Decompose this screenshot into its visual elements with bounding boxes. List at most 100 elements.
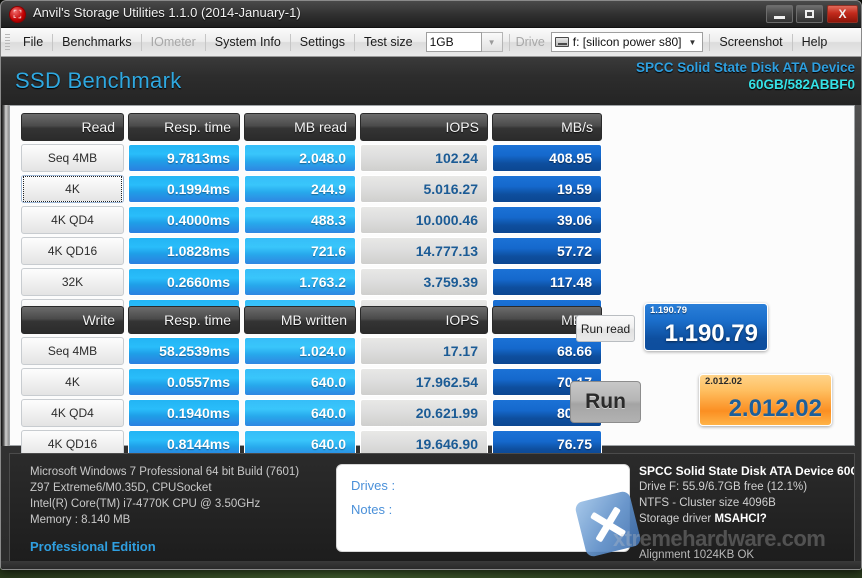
read-header-cell: Resp. time xyxy=(128,113,240,141)
read-header-row: Read Resp. time MB read IOPS MB/s xyxy=(21,113,602,141)
read-row-button[interactable]: Seq 4MB xyxy=(21,144,124,172)
run-button[interactable]: Run xyxy=(570,381,641,423)
table-row: 4K0.0557ms640.017.962.5470.17 xyxy=(21,368,602,396)
menu-bar: File Benchmarks IOmeter System Info Sett… xyxy=(1,28,861,57)
read-resp-cell: 0.1994ms xyxy=(128,175,240,203)
chevron-down-icon[interactable]: ▼ xyxy=(686,38,700,47)
table-row: 32K 0.2660ms 1.763.2 3.759.39 117.48 xyxy=(21,268,602,296)
close-button[interactable]: X xyxy=(827,5,858,23)
read-header-cell: MB read xyxy=(244,113,356,141)
drive-info-title: SPCC Solid State Disk ATA Device 60GB xyxy=(639,464,855,478)
read-header-cell: MB/s xyxy=(492,113,602,141)
drives-label: Drives : xyxy=(351,478,396,493)
read-mb-cell: 721.6 xyxy=(244,237,356,265)
system-info-block: Microsoft Windows 7 Professional 64 bit … xyxy=(30,464,299,554)
menu-item-screenshot[interactable]: Screenshot xyxy=(710,31,791,53)
read-iops-cell: 10.000.46 xyxy=(360,206,488,234)
write-header-cell: MB written xyxy=(244,306,356,334)
drive-select-value: f: [silicon power s80] xyxy=(572,35,682,49)
status-bar xyxy=(1,561,861,569)
app-header: SSD Benchmark SPCC Solid State Disk ATA … xyxy=(1,57,861,105)
table-row: 4K QD4 0.4000ms 488.3 10.000.46 39.06 xyxy=(21,206,602,234)
read-mbs-cell: 408.95 xyxy=(492,144,602,172)
menu-item-iometer: IOmeter xyxy=(150,35,196,49)
read-header-cell: Read xyxy=(21,113,124,141)
table-row: 4K 0.1994ms 244.9 5.016.27 19.59 xyxy=(21,175,602,203)
read-resp-cell: 0.2660ms xyxy=(128,268,240,296)
read-score-small: 1.190.79 xyxy=(650,305,687,316)
read-row-button[interactable]: 4K QD4 xyxy=(21,206,124,234)
table-row: 4K QD16 1.0828ms 721.6 14.777.13 57.72 xyxy=(21,237,602,265)
read-resp-cell: 0.4000ms xyxy=(128,206,240,234)
write-header-row: WriteResp. timeMB writtenIOPSMB/s xyxy=(21,306,602,334)
read-mb-cell: 2.048.0 xyxy=(244,144,356,172)
focus-outline: 4K xyxy=(23,176,122,202)
write-row-button[interactable]: 4K QD4 xyxy=(21,399,124,427)
read-row-button[interactable]: 32K xyxy=(21,268,124,296)
write-resp-cell: 58.2539ms xyxy=(128,337,240,365)
read-resp-cell: 9.7813ms xyxy=(128,144,240,172)
read-results-table: Read Resp. time MB read IOPS MB/s Seq 4MB 9.78… xyxy=(21,113,602,330)
read-mb-cell: 244.9 xyxy=(244,175,356,203)
menu-item-help[interactable]: Help xyxy=(793,31,837,53)
read-iops-cell: 14.777.13 xyxy=(360,237,488,265)
write-resp-cell: 0.1940ms xyxy=(128,399,240,427)
run-read-button[interactable]: Run read xyxy=(576,315,635,342)
drive-info-block: SPCC Solid State Disk ATA Device 60GB Dr… xyxy=(639,463,855,562)
write-iops-cell: 17.962.54 xyxy=(360,368,488,396)
write-header-cell: IOPS xyxy=(360,306,488,334)
window-title: Anvil's Storage Utilities 1.1.0 (2014-Ja… xyxy=(33,5,301,20)
page-title: SSD Benchmark xyxy=(15,68,182,93)
read-mbs-cell: 19.59 xyxy=(492,175,602,203)
system-memory: Memory : 8.140 MB xyxy=(30,514,131,526)
test-size-label: Test size xyxy=(363,35,413,49)
menu-item-file[interactable]: File xyxy=(14,31,52,53)
read-mb-cell: 1.763.2 xyxy=(244,268,356,296)
menu-item-benchmarks[interactable]: Benchmarks xyxy=(53,31,140,53)
write-row-button[interactable]: Seq 4MB xyxy=(21,337,124,365)
test-size-input[interactable]: 1GB xyxy=(425,32,482,52)
toolbar-grip[interactable] xyxy=(5,33,10,51)
anvil-icon: ⛶ xyxy=(9,6,26,23)
write-results-table: WriteResp. timeMB writtenIOPSMB/s Seq 4MB… xyxy=(21,306,602,461)
maximize-button[interactable] xyxy=(796,5,823,23)
read-row-button[interactable]: 4K QD16 xyxy=(21,237,124,265)
title-bar[interactable]: ⛶ Anvil's Storage Utilities 1.1.0 (2014-… xyxy=(1,1,861,28)
read-resp-cell: 1.0828ms xyxy=(128,237,240,265)
drive-select[interactable]: f: [silicon power s80] ▼ xyxy=(550,32,704,52)
system-cpu: Intel(R) Core(TM) i7-4770K CPU @ 3.50GHz xyxy=(30,498,261,510)
read-mbs-cell: 39.06 xyxy=(492,206,602,234)
drive-info-driver: Storage driver MSAHCI? xyxy=(639,511,854,527)
read-header-cell: IOPS xyxy=(360,113,488,141)
total-score-box: 2.012.02 2.012.02 xyxy=(699,374,832,426)
total-score-small: 2.012.02 xyxy=(705,376,742,387)
write-mb-cell: 640.0 xyxy=(244,399,356,427)
application-window: ⛶ Anvil's Storage Utilities 1.1.0 (2014-… xyxy=(0,0,862,570)
read-row-button[interactable]: 4K xyxy=(21,175,124,203)
drive-label: Drive xyxy=(515,35,545,49)
read-mbs-cell: 117.48 xyxy=(492,268,602,296)
read-mb-cell: 488.3 xyxy=(244,206,356,234)
chevron-down-icon[interactable]: ▼ xyxy=(481,32,503,52)
minimize-button[interactable] xyxy=(766,5,793,23)
menu-item-system-info[interactable]: System Info xyxy=(206,31,290,53)
header-drive-model: 60GB/582ABBF0 xyxy=(748,77,855,92)
table-row: Seq 4MB 9.7813ms 2.048.0 102.24 408.95 xyxy=(21,144,602,172)
menu-item-settings[interactable]: Settings xyxy=(291,31,354,53)
drive-info-driver-value: MSAHCI? xyxy=(714,513,767,525)
info-panel: Microsoft Windows 7 Professional 64 bit … xyxy=(9,453,855,563)
write-resp-cell: 0.0557ms xyxy=(128,368,240,396)
write-row-button[interactable]: 4K xyxy=(21,368,124,396)
read-score-box: 1.190.79 1.190.79 xyxy=(644,303,768,351)
edition-label: Professional Edition xyxy=(30,539,156,554)
benchmark-panel: Read Resp. time MB read IOPS MB/s Seq 4MB 9.78… xyxy=(9,105,855,504)
read-iops-cell: 5.016.27 xyxy=(360,175,488,203)
drive-info-free: Drive F: 55.9/6.7GB free (12.1%) xyxy=(639,481,808,493)
table-row: 4K QD40.1940ms640.020.621.9980.55 xyxy=(21,399,602,427)
write-iops-cell: 20.621.99 xyxy=(360,399,488,427)
write-mb-cell: 640.0 xyxy=(244,368,356,396)
table-row: Seq 4MB 58.2539ms 1.024.0 17.17 68.66 xyxy=(21,337,602,365)
read-iops-cell: 102.24 xyxy=(360,144,488,172)
write-header-cell: Resp. time xyxy=(128,306,240,334)
drive-icon xyxy=(554,37,569,47)
